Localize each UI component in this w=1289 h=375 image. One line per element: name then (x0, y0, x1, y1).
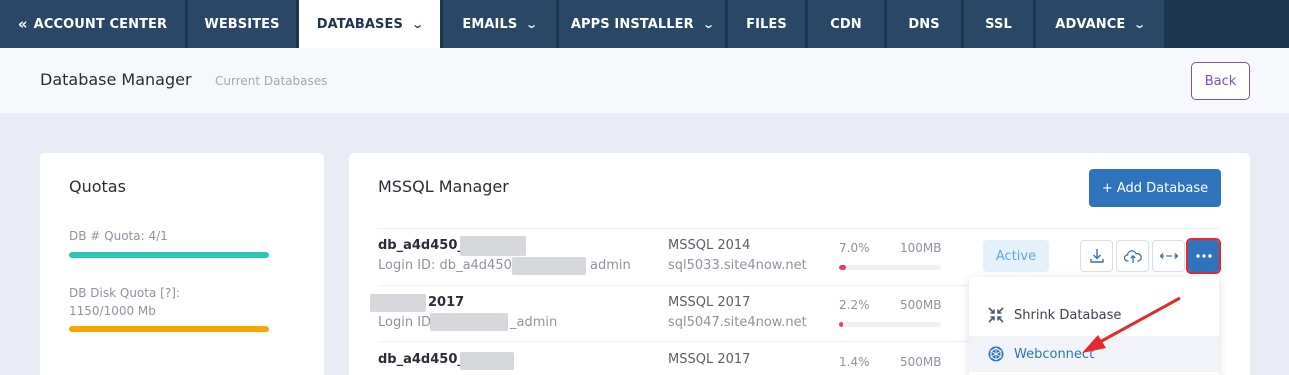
annotation-arrow (1082, 296, 1181, 353)
